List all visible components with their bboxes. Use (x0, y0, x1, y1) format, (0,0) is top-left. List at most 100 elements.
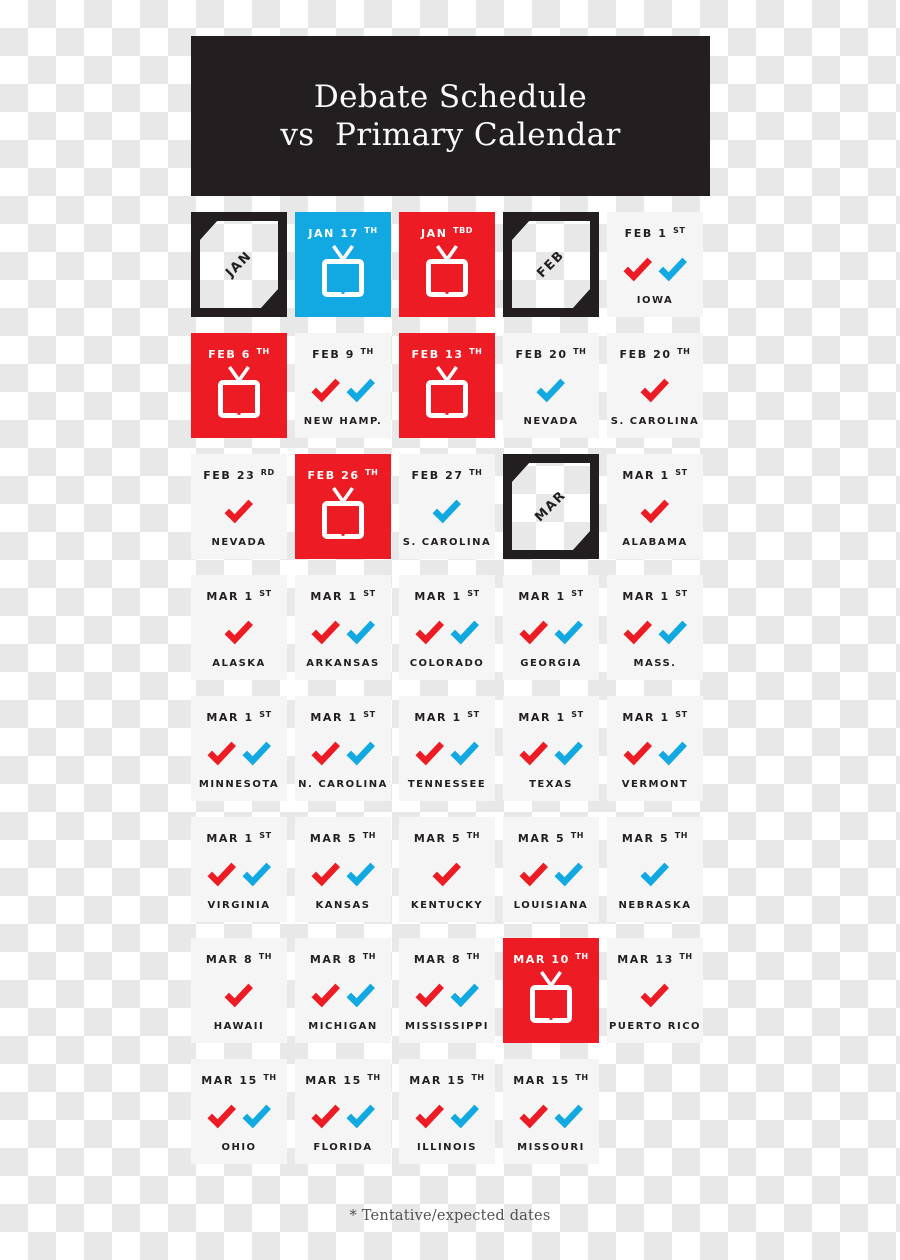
date-ordinal-suffix: TH (367, 1073, 381, 1082)
tv-icon-holder (191, 365, 287, 421)
party-checkmarks (295, 1095, 391, 1139)
primary-cell[interactable]: MAR 1 ST MINNESOTA (191, 696, 287, 801)
debate-cell[interactable]: MAR 10 TH (503, 938, 599, 1043)
state-label: MASS. (633, 658, 677, 669)
primary-cell[interactable]: FEB 27 TH S. CAROLINA (399, 454, 495, 559)
red-checkmark-icon (224, 983, 253, 1008)
page-title-line-1: Debate Schedule (313, 79, 588, 115)
date-ordinal-suffix: TH (570, 831, 585, 840)
primary-cell[interactable]: MAR 8 TH MISSISSIPPI (399, 938, 495, 1043)
primary-cell[interactable]: MAR 1 ST TEXAS (503, 696, 599, 801)
primary-cell[interactable]: MAR 5 TH LOUISIANA (503, 817, 599, 922)
party-checkmarks (399, 732, 495, 776)
primary-cell[interactable]: MAR 1 ST N. CAROLINA (295, 696, 391, 801)
blue-checkmark-icon (640, 862, 669, 887)
state-label: KENTUCKY (410, 900, 484, 911)
primary-cell[interactable]: MAR 1 ST GEORGIA (503, 575, 599, 680)
state-label: HAWAII (213, 1021, 265, 1032)
primary-cell[interactable]: FEB 20 TH S. CAROLINA (607, 333, 703, 438)
date-ordinal-suffix: TH (466, 952, 481, 961)
primary-cell[interactable]: MAR 1 ST COLORADO (399, 575, 495, 680)
primary-cell[interactable]: FEB 9 TH NEW HAMP. (295, 333, 391, 438)
primary-cell[interactable]: MAR 8 TH MICHIGAN (295, 938, 391, 1043)
date-main: MAR 8 (205, 953, 259, 966)
red-checkmark-icon (311, 378, 340, 403)
debate-cell[interactable]: JAN TBD (399, 212, 495, 317)
red-checkmark-icon (207, 862, 236, 887)
state-label: ALASKA (212, 658, 266, 669)
primary-cell[interactable]: MAR 1 ST MASS. (607, 575, 703, 680)
debate-date-label: JAN TBD (421, 224, 473, 240)
state-label: OHIO (221, 1142, 257, 1153)
blue-checkmark-icon (346, 1104, 375, 1129)
state-label: TENNESSEE (407, 779, 487, 790)
primary-cell[interactable]: MAR 8 TH HAWAII (191, 938, 287, 1043)
state-label: VERMONT (621, 779, 689, 790)
blue-checkmark-icon (346, 378, 375, 403)
party-checkmarks (503, 853, 599, 897)
red-checkmark-icon (640, 983, 669, 1008)
debate-cell[interactable]: FEB 6 TH (191, 333, 287, 438)
party-checkmarks (191, 1095, 287, 1139)
date-ordinal-suffix: ST (467, 710, 480, 719)
primary-cell[interactable]: MAR 1 ST VIRGINIA (191, 817, 287, 922)
red-checkmark-icon (519, 862, 548, 887)
primary-date-label: MAR 8 TH (206, 950, 272, 966)
primary-cell[interactable]: FEB 20 TH NEVADA (503, 333, 599, 438)
month-marker-jan[interactable]: JAN (191, 212, 287, 317)
month-label: JAN (222, 248, 256, 281)
debate-cell[interactable]: FEB 26 TH (295, 454, 391, 559)
primary-cell[interactable]: MAR 1 ST ARKANSAS (295, 575, 391, 680)
state-label: LOUISIANA (513, 900, 589, 911)
primary-cell[interactable]: FEB 23 RD NEVADA (191, 454, 287, 559)
primary-cell[interactable]: MAR 5 TH KENTUCKY (399, 817, 495, 922)
primary-cell[interactable]: MAR 15 TH ILLINOIS (399, 1059, 495, 1164)
tv-icon (322, 486, 364, 539)
red-checkmark-icon (224, 620, 253, 645)
state-label: MINNESOTA (198, 779, 280, 790)
month-label: MAR (532, 487, 570, 526)
date-ordinal-suffix: ST (571, 589, 584, 598)
date-main: MAR 1 (622, 469, 676, 482)
primary-cell[interactable]: MAR 15 TH FLORIDA (295, 1059, 391, 1164)
blue-checkmark-icon (242, 741, 271, 766)
date-main: JAN (420, 227, 454, 240)
primary-date-label: FEB 1 ST (625, 224, 686, 240)
party-checkmarks (503, 611, 599, 655)
red-checkmark-icon (311, 620, 340, 645)
tv-icon-holder (399, 365, 495, 421)
primary-cell[interactable]: MAR 1 ST ALABAMA (607, 454, 703, 559)
red-checkmark-icon (415, 741, 444, 766)
date-main: FEB 20 (619, 348, 678, 361)
date-main: MAR 15 (409, 1074, 472, 1087)
date-ordinal-suffix: TH (362, 831, 377, 840)
date-main: MAR 5 (413, 832, 467, 845)
date-ordinal-suffix: ST (675, 589, 688, 598)
month-marker-mar[interactable]: MAR (503, 454, 599, 559)
primary-cell[interactable]: MAR 13 TH PUERTO RICO (607, 938, 703, 1043)
month-marker-feb[interactable]: FEB (503, 212, 599, 317)
month-marker-inner: FEB (512, 221, 590, 308)
date-main: FEB 23 (203, 469, 261, 482)
calendar-grid: JAN JAN 17 TH JAN TBD FEB FEB 1 ST IOWA FEB 6 … (191, 212, 710, 1164)
primary-cell[interactable]: MAR 15 TH MISSOURI (503, 1059, 599, 1164)
primary-cell[interactable]: MAR 1 ST TENNESSEE (399, 696, 495, 801)
primary-cell[interactable]: MAR 1 ST VERMONT (607, 696, 703, 801)
state-label: NEVADA (211, 537, 267, 548)
party-checkmarks (607, 248, 703, 292)
primary-cell[interactable]: MAR 15 TH OHIO (191, 1059, 287, 1164)
date-ordinal-suffix: TBD (453, 226, 474, 235)
primary-cell[interactable]: MAR 1 ST ALASKA (191, 575, 287, 680)
primary-cell[interactable]: FEB 1 ST IOWA (607, 212, 703, 317)
primary-cell[interactable]: MAR 5 TH NEBRASKA (607, 817, 703, 922)
primary-cell[interactable]: MAR 5 TH KANSAS (295, 817, 391, 922)
party-checkmarks (295, 732, 391, 776)
page-title-line-2: vs Primary Calendar (280, 117, 621, 153)
debate-cell[interactable]: JAN 17 TH (295, 212, 391, 317)
debate-cell[interactable]: FEB 13 TH (399, 333, 495, 438)
date-ordinal-suffix: ST (363, 710, 376, 719)
month-marker-frame: FEB (503, 212, 599, 317)
blue-checkmark-icon (346, 983, 375, 1008)
state-label: ALABAMA (622, 537, 688, 548)
blue-checkmark-icon (450, 1104, 479, 1129)
